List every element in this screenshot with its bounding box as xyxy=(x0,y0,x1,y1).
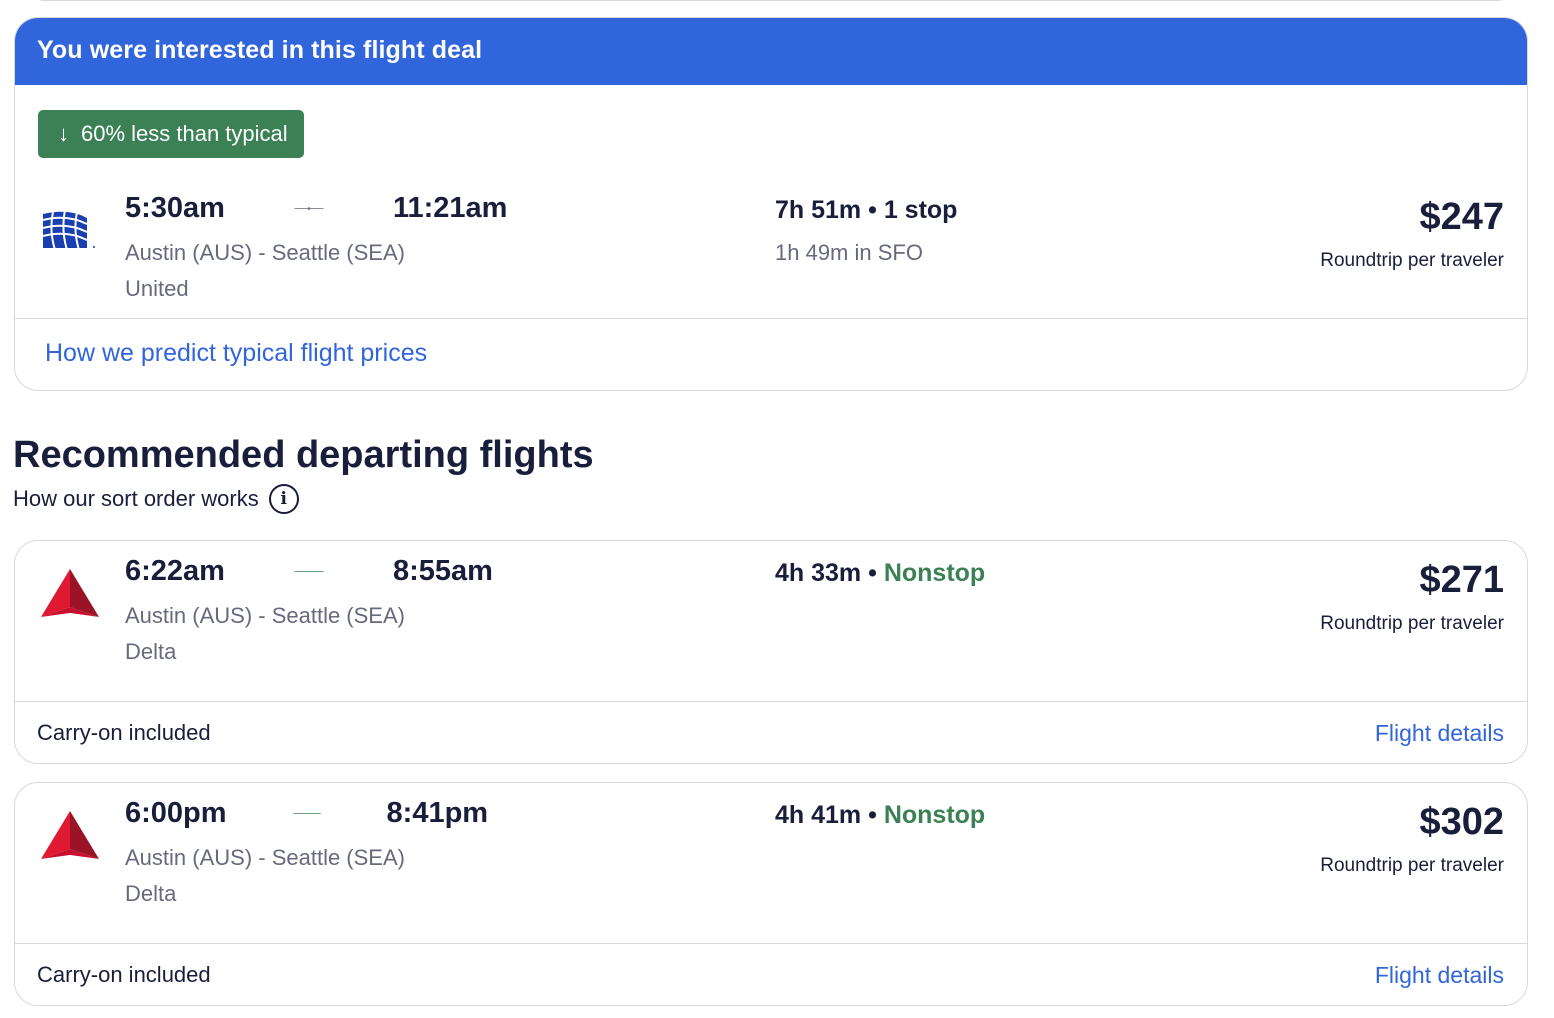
duration: 7h 51m xyxy=(775,196,862,224)
route-text: Austin (AUS) - Seattle (SEA) xyxy=(125,603,405,628)
price-subtext: Roundtrip per traveler xyxy=(1320,250,1504,271)
route-text: Austin (AUS) - Seattle (SEA) xyxy=(125,240,405,265)
duration: 4h 33m xyxy=(775,559,862,587)
carry-on-info: Carry-on included xyxy=(37,962,211,987)
deal-flight-row[interactable]: 5:30am 11:21am Austin (AUS) - Seattle (S… xyxy=(15,178,1527,308)
arrow-down-icon: ↓ xyxy=(58,121,69,146)
previous-card-edge xyxy=(34,0,1508,1)
flight-deal-card[interactable]: You were interested in this flight deal … xyxy=(14,17,1528,391)
flight-times: 6:00pm 8:41pm xyxy=(125,797,488,830)
delta-logo-icon xyxy=(39,809,101,861)
sort-order-info[interactable]: How our sort order works i xyxy=(13,484,299,514)
stops: Nonstop xyxy=(883,801,986,829)
depart-time: 6:00pm xyxy=(125,797,227,829)
flight-row[interactable]: 6:00pm 8:41pm Austin (AUS) - Seattle (SE… xyxy=(15,783,1527,913)
sort-order-label[interactable]: How our sort order works xyxy=(13,486,259,512)
depart-time: 5:30am xyxy=(125,192,225,224)
flight-details-link[interactable]: Flight details xyxy=(1375,962,1504,989)
layover-info: 1h 49m in SFO xyxy=(775,240,923,265)
arrive-time: 11:21am xyxy=(392,192,508,224)
route-line-nonstop xyxy=(292,813,321,814)
duration-stops: 7h 51m • 1 stop xyxy=(775,196,958,224)
airline-name: Delta xyxy=(125,881,177,906)
duration-stops: 4h 33m • Nonstop xyxy=(775,559,986,587)
flight-times: 6:22am 8:55am xyxy=(125,555,493,588)
flight-card-footer: Carry-on included Flight details xyxy=(15,701,1527,763)
route-line-nonstop xyxy=(294,571,324,572)
duration: 4h 41m xyxy=(775,801,862,829)
arrive-time: 8:41pm xyxy=(386,797,489,829)
info-icon[interactable]: i xyxy=(268,484,299,514)
depart-time: 6:22am xyxy=(125,555,225,587)
route-text: Austin (AUS) - Seattle (SEA) xyxy=(125,845,405,870)
price-badge: ↓ 60% less than typical xyxy=(38,110,304,158)
flight-details-link[interactable]: Flight details xyxy=(1375,720,1504,747)
flight-row[interactable]: 6:22am 8:55am Austin (AUS) - Seattle (SE… xyxy=(15,541,1527,671)
price-subtext: Roundtrip per traveler xyxy=(1320,855,1504,876)
united-logo-icon xyxy=(39,200,101,252)
deal-card-footer: How we predict typical flight prices xyxy=(15,318,1527,390)
stops: Nonstop xyxy=(883,559,986,587)
predict-prices-link[interactable]: How we predict typical flight prices xyxy=(45,339,427,367)
flight-times: 5:30am 11:21am xyxy=(125,192,507,225)
carry-on-info: Carry-on included xyxy=(37,720,211,745)
deal-banner: You were interested in this flight deal xyxy=(15,18,1527,85)
airline-name: Delta xyxy=(125,639,177,664)
stops: 1 stop xyxy=(883,196,958,224)
flight-card[interactable]: 6:00pm 8:41pm Austin (AUS) - Seattle (SE… xyxy=(14,782,1528,1006)
price: $302 xyxy=(1419,801,1504,843)
duration-stops: 4h 41m • Nonstop xyxy=(775,801,986,829)
flight-card-footer: Carry-on included Flight details xyxy=(15,943,1527,1005)
delta-logo-icon xyxy=(39,567,101,619)
section-title: Recommended departing flights xyxy=(13,434,594,476)
route-line-one-stop xyxy=(294,207,324,210)
price: $271 xyxy=(1419,559,1504,601)
arrive-time: 8:55am xyxy=(392,555,493,587)
price-subtext: Roundtrip per traveler xyxy=(1320,613,1504,634)
flight-card[interactable]: 6:22am 8:55am Austin (AUS) - Seattle (SE… xyxy=(14,540,1528,764)
price: $247 xyxy=(1419,196,1504,238)
badge-text: 60% less than typical xyxy=(81,121,288,146)
airline-name: United xyxy=(125,276,189,301)
